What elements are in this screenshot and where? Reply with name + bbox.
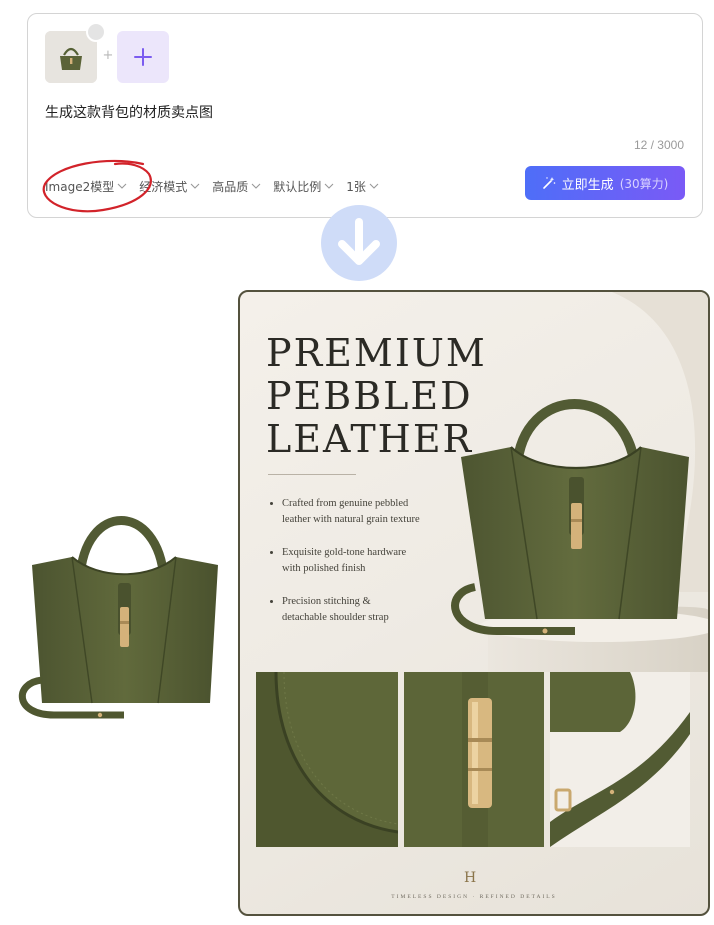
remove-image-button[interactable] — [86, 22, 106, 42]
chevron-down-icon — [251, 182, 261, 190]
model-select[interactable]: Image2模型 — [45, 178, 127, 195]
quality-select-label: 高品质 — [212, 179, 249, 194]
headline-divider — [268, 474, 356, 475]
feature-text: Precision stitching & — [282, 596, 371, 607]
feature-item: Exquisite gold-tone hardware with polish… — [270, 545, 450, 577]
feature-text: Exquisite gold-tone hardware — [282, 547, 407, 558]
model-select-label: Image2模型 — [45, 179, 115, 194]
ratio-select[interactable]: 默认比例 — [273, 178, 334, 195]
poster-headline: PREMIUM PEBBLED LEATHER — [266, 331, 487, 461]
headline-line: LEATHER — [266, 417, 474, 461]
generated-poster: PREMIUM PEBBLED LEATHER Crafted from gen… — [238, 290, 710, 916]
chevron-down-icon — [117, 182, 127, 190]
chevron-down-icon — [369, 182, 379, 190]
feature-text: with polished finish — [282, 563, 366, 574]
prompt-card: + 生成这款背包的材质卖点图 12 / 3000 Image2模型 经济模式 高… — [27, 13, 703, 218]
chevron-down-icon — [324, 182, 334, 190]
brand-logo: H — [464, 870, 477, 886]
generate-button-label: 立即生成 — [561, 177, 614, 193]
source-product-photo — [14, 505, 228, 735]
generate-button[interactable]: 立即生成 (30算力) — [525, 166, 685, 200]
magic-wand-icon — [542, 176, 556, 190]
detail-grain-texture — [256, 672, 398, 847]
generate-cost: (30算力) — [619, 176, 669, 191]
mode-select-label: 经济模式 — [139, 179, 188, 194]
prompt-input[interactable]: 生成这款背包的材质卖点图 — [45, 102, 213, 122]
feature-text: leather with natural grain texture — [282, 514, 420, 525]
char-counter: 12 / 3000 — [633, 138, 684, 152]
add-image-button[interactable] — [117, 31, 169, 83]
mode-select[interactable]: 经济模式 — [139, 178, 200, 195]
headline-line: PEBBLED — [266, 374, 473, 418]
detail-gold-hardware — [404, 672, 544, 847]
hero-bag-image — [445, 387, 700, 647]
poster-tagline: TIMELESS DESIGN · REFINED DETAILS — [391, 894, 557, 900]
ratio-select-label: 默认比例 — [273, 179, 322, 194]
detail-shoulder-strap — [550, 672, 690, 847]
feature-text: detachable shoulder strap — [282, 612, 389, 623]
feature-item: Precision stitching & detachable shoulde… — [270, 594, 450, 626]
feature-item: Crafted from genuine pebbled leather wit… — [270, 496, 450, 528]
headline-line: PREMIUM — [266, 331, 487, 375]
plus-icon — [134, 48, 152, 66]
chevron-down-icon — [190, 182, 200, 190]
feature-text: Crafted from genuine pebbled — [282, 498, 409, 509]
count-select-label: 1张 — [346, 179, 366, 194]
arrow-down-circle-icon — [320, 204, 398, 282]
plus-separator-icon: + — [102, 48, 114, 63]
count-select[interactable]: 1张 — [346, 178, 379, 195]
feature-list: Crafted from genuine pebbled leather wit… — [270, 496, 450, 643]
options-bar: Image2模型 经济模式 高品质 默认比例 1张 — [42, 159, 391, 213]
quality-select[interactable]: 高品质 — [212, 178, 261, 195]
